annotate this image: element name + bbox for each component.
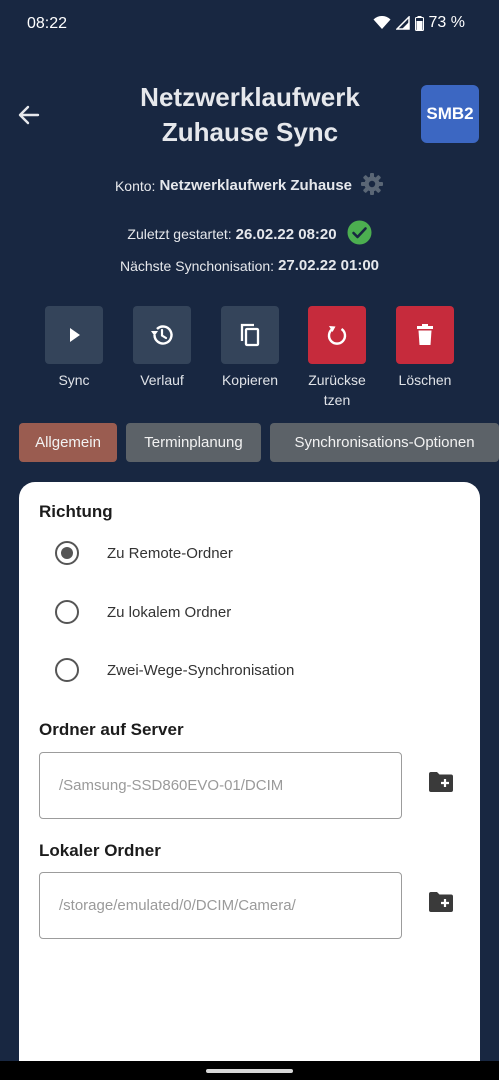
direction-title: Richtung [39, 502, 113, 521]
play-icon [70, 328, 80, 342]
protocol-badge: SMB2 [421, 85, 479, 143]
tab-sync-options[interactable]: Synchronisations-Optionen [270, 423, 499, 462]
copy-icon [240, 323, 260, 347]
last-started-line: Zuletzt gestartet: 26.02.22 08:20 [0, 220, 499, 248]
copy-button-label: Kopieren [221, 372, 279, 388]
local-folder-pick-button[interactable] [428, 891, 454, 913]
account-line: Konto: Netzwerklaufwerk Zuhause [0, 172, 499, 199]
tab-general[interactable]: Allgemein [19, 423, 117, 462]
radio-two-way[interactable]: Zwei-Wege-Synchronisation [55, 658, 294, 682]
copy-button[interactable]: Kopieren [210, 306, 290, 390]
delete-button-tile[interactable] [396, 306, 454, 364]
success-check-icon [347, 220, 372, 248]
radio-to-local-label: Zu lokalem Ordner [107, 603, 232, 621]
radio-two-way-label: Zwei-Wege-Synchronisation [107, 661, 295, 679]
delete-button[interactable]: Löschen [385, 306, 465, 390]
battery-icon [414, 15, 424, 31]
page-title-line1: Netzwerklaufwerk [140, 82, 360, 112]
account-value: Netzwerklaufwerk Zuhause [159, 177, 353, 194]
radio-button[interactable] [55, 658, 79, 682]
history-icon [151, 325, 173, 345]
settings-panel: Richtung Zu Remote-Ordner Zu lokalem Ord… [19, 482, 480, 1072]
account-settings-button[interactable] [360, 172, 384, 199]
radio-button-selected[interactable] [55, 541, 79, 565]
sync-button-tile[interactable] [45, 306, 103, 364]
page-title-line2: Zuhause Sync [161, 117, 339, 147]
history-button-label: Verlauf [140, 372, 184, 388]
status-bar: 08:22 73 % [0, 0, 499, 48]
radio-to-local[interactable]: Zu lokalem Ordner [55, 600, 231, 624]
radio-to-remote-label: Zu Remote-Ordner [107, 544, 233, 562]
account-label: Konto: [114, 177, 156, 194]
reset-button-label-line2: tzen [323, 392, 351, 408]
reset-button[interactable]: Zurückse tzen [297, 306, 377, 410]
back-button[interactable] [14, 100, 44, 130]
history-button-tile[interactable] [133, 306, 191, 364]
sync-button-label: Sync [58, 372, 90, 388]
gear-icon [361, 173, 384, 195]
last-started-value: 26.02.22 08:20 [235, 225, 337, 243]
sync-button[interactable]: Sync [34, 306, 114, 390]
reset-button-label-line1: Zurückse [308, 372, 366, 388]
battery-percent: 73 % [428, 14, 465, 31]
delete-button-label: Löschen [398, 372, 452, 388]
status-time: 08:22 [27, 15, 68, 32]
radio-to-remote[interactable]: Zu Remote-Ordner [55, 541, 233, 565]
next-sync-value: 27.02.22 01:00 [278, 257, 379, 274]
next-sync-label: Nächste Synchonisation: [119, 257, 275, 274]
page-title: Netzwerklaufwerk Zuhause Sync [110, 80, 390, 150]
next-sync-line: Nächste Synchonisation: 27.02.22 01:00 [0, 257, 499, 274]
local-folder-input[interactable]: /storage/emulated/0/DCIM/Camera/ [39, 872, 402, 939]
server-folder-title: Ordner auf Server [39, 720, 184, 739]
reset-icon [327, 326, 347, 345]
folder-add-icon [429, 892, 453, 912]
folder-add-icon [429, 772, 453, 792]
radio-button[interactable] [55, 600, 79, 624]
reset-button-tile[interactable] [308, 306, 366, 364]
history-button[interactable]: Verlauf [122, 306, 202, 390]
wifi-icon [373, 16, 391, 29]
copy-button-tile[interactable] [221, 306, 279, 364]
system-nav-bar [0, 1061, 499, 1080]
tab-scheduling[interactable]: Terminplanung [126, 423, 261, 462]
server-folder-pick-button[interactable] [428, 771, 454, 793]
arrow-back-icon [18, 105, 40, 125]
reset-button-label: Zurückse tzen [297, 370, 377, 410]
trash-icon [417, 324, 433, 345]
last-started-label: Zuletzt gestartet: [127, 226, 232, 242]
status-icons: 73 % [373, 14, 465, 32]
cell-signal-icon [395, 16, 410, 30]
server-folder-input[interactable]: /Samsung-SSD860EVO-01/DCIM [39, 752, 402, 819]
local-folder-title: Lokaler Ordner [39, 841, 161, 860]
home-gesture-handle[interactable] [206, 1069, 293, 1073]
